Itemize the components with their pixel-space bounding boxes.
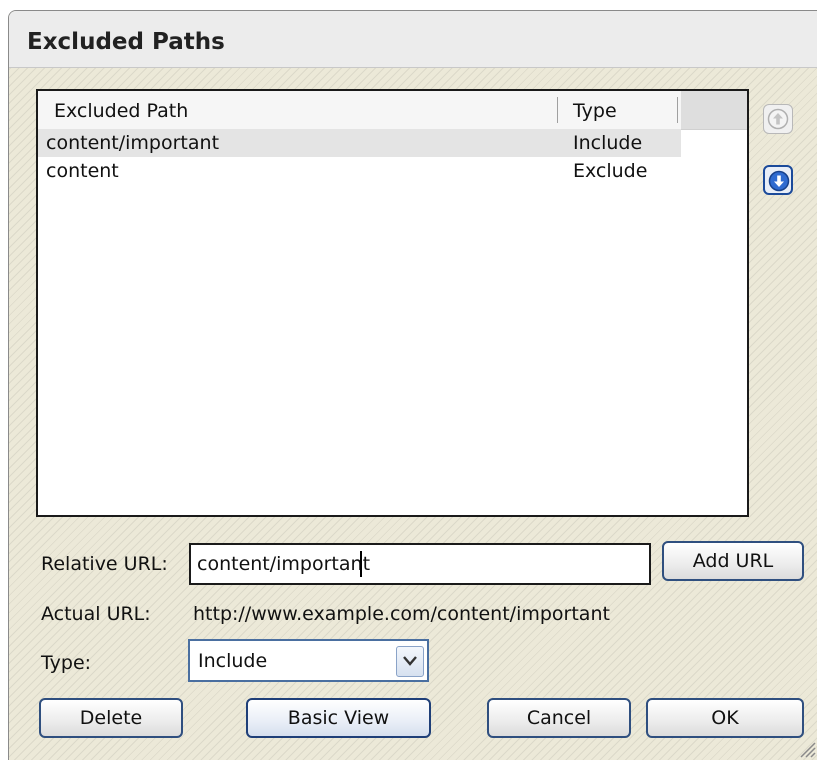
cancel-button[interactable]: Cancel bbox=[487, 698, 631, 738]
actual-url-label: Actual URL: bbox=[41, 603, 151, 625]
list-row[interactable]: content/important Include bbox=[38, 129, 681, 157]
column-header-excluded-path[interactable]: Excluded Path bbox=[54, 100, 188, 122]
dropdown-button[interactable] bbox=[396, 646, 424, 677]
dialog-title: Excluded Paths bbox=[27, 29, 225, 55]
chevron-down-icon bbox=[403, 656, 417, 666]
column-separator[interactable] bbox=[677, 97, 678, 123]
relative-url-input[interactable] bbox=[189, 543, 651, 585]
column-header-type[interactable]: Type bbox=[573, 100, 617, 122]
move-down-button[interactable] bbox=[763, 165, 793, 195]
type-label: Type: bbox=[41, 652, 92, 674]
excluded-paths-list[interactable]: Excluded Path Type content/important Inc… bbox=[36, 89, 749, 517]
actual-url-value: http://www.example.com/content/important bbox=[193, 603, 610, 625]
text-cursor bbox=[360, 551, 362, 577]
arrow-up-circle-icon bbox=[767, 108, 789, 130]
list-row[interactable]: content Exclude bbox=[38, 157, 681, 185]
row-path: content bbox=[46, 160, 119, 182]
type-select-value: Include bbox=[198, 650, 268, 672]
resize-grip-icon[interactable] bbox=[796, 738, 816, 758]
move-up-button[interactable] bbox=[763, 104, 793, 134]
type-select[interactable]: Include bbox=[188, 639, 429, 682]
delete-button[interactable]: Delete bbox=[39, 698, 183, 738]
dialog-titlebar: Excluded Paths bbox=[9, 11, 817, 68]
ok-button[interactable]: OK bbox=[646, 698, 804, 738]
list-header: Excluded Path Type bbox=[38, 91, 747, 130]
basic-view-button[interactable]: Basic View bbox=[246, 698, 431, 738]
relative-url-label: Relative URL: bbox=[41, 553, 168, 575]
add-url-button[interactable]: Add URL bbox=[662, 541, 804, 581]
row-type: Exclude bbox=[573, 160, 648, 182]
header-filler bbox=[681, 91, 747, 129]
arrow-down-circle-icon bbox=[768, 170, 790, 192]
column-separator[interactable] bbox=[557, 97, 558, 123]
row-path: content/important bbox=[46, 132, 220, 154]
row-type: Include bbox=[573, 132, 643, 154]
excluded-paths-dialog: Excluded Paths Excluded Path Type conten… bbox=[8, 10, 817, 760]
